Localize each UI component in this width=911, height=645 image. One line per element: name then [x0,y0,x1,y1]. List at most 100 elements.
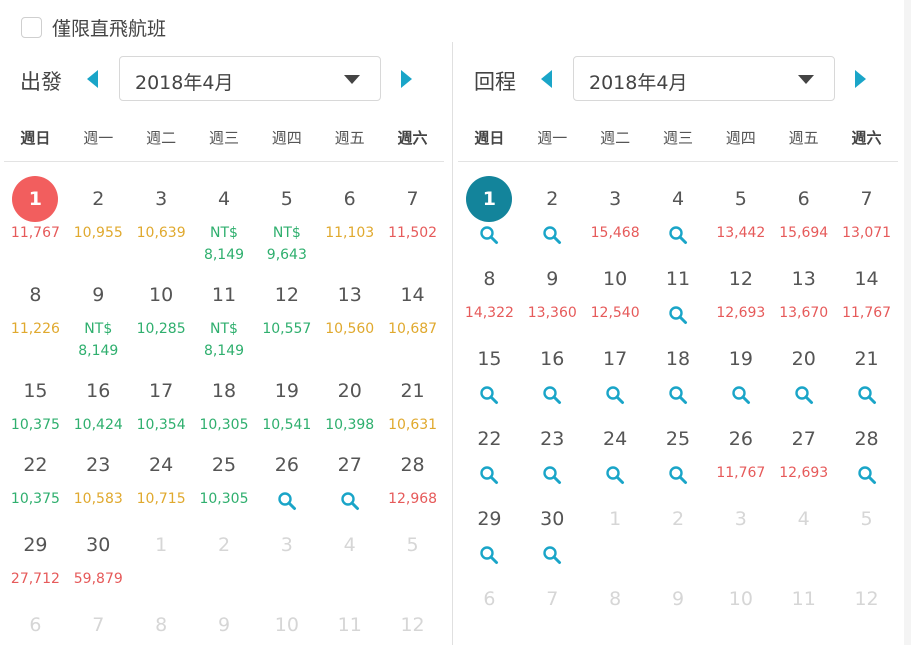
direct-only-filter[interactable]: 僅限直飛航班 [21,14,166,40]
calendar-day[interactable]: 11 NT$ 8,149 [193,272,256,362]
calendar-day[interactable]: 25 [647,416,710,485]
calendar-day[interactable]: 21 10,631 [381,368,444,436]
search-icon[interactable] [479,385,499,405]
calendar-day[interactable]: 2 [521,176,584,245]
calendar-day[interactable]: 7 13,071 [835,176,898,244]
calendar-day[interactable]: 30 [521,496,584,565]
calendar-day[interactable]: 10 10,285 [130,272,193,340]
calendar-day[interactable]: 13 10,560 [318,272,381,340]
calendar-day[interactable]: 17 10,354 [130,368,193,436]
calendar-day[interactable]: 3 10,639 [130,176,193,244]
calendar-day[interactable]: 29 [458,496,521,565]
calendar-day[interactable]: 6 15,694 [772,176,835,244]
calendar-day[interactable]: 11 [647,256,710,325]
return-month-select[interactable]: 2018年4月 [573,56,835,101]
day-number: 6 [343,188,356,210]
calendar-day[interactable]: 4 NT$ 8,149 [193,176,256,266]
calendar-day[interactable]: 22 10,375 [4,442,67,510]
scrollbar-track[interactable] [904,0,911,645]
calendar-day[interactable]: 6 11,103 [318,176,381,244]
calendar-day[interactable]: 7 11,502 [381,176,444,244]
calendar-day[interactable]: 19 10,541 [255,368,318,436]
calendar-day[interactable]: 8 14,322 [458,256,521,324]
search-icon[interactable] [857,465,877,485]
calendar-day[interactable]: 25 10,305 [193,442,256,510]
calendar-day[interactable]: 13 13,670 [772,256,835,324]
calendar-day[interactable]: 1 11,767 [4,176,67,244]
search-icon[interactable] [857,385,877,405]
direct-only-checkbox[interactable] [21,16,42,38]
calendar-day[interactable]: 12 10,557 [255,272,318,340]
selected-day-number: 1 [466,176,513,222]
calendar-day[interactable]: 28 [835,416,898,485]
calendar-day[interactable]: 30 59,879 [67,522,130,590]
search-icon[interactable] [668,465,688,485]
calendar-day[interactable]: 8 11,226 [4,272,67,340]
calendar-day[interactable]: 20 10,398 [318,368,381,436]
search-icon[interactable] [479,225,499,245]
search-icon[interactable] [668,225,688,245]
search-icon[interactable] [479,545,499,565]
calendar-day[interactable]: 15 [458,336,521,405]
search-icon[interactable] [277,491,297,511]
search-icon[interactable] [542,385,562,405]
calendar-day[interactable]: 9 13,360 [521,256,584,324]
search-icon[interactable] [542,465,562,485]
calendar-day[interactable]: 24 10,715 [130,442,193,510]
day-number: 6 [797,188,810,210]
search-icon[interactable] [731,385,751,405]
search-icon[interactable] [605,465,625,485]
day-price: 10,305 [199,491,249,507]
calendar-day[interactable]: 15 10,375 [4,368,67,436]
calendar-day[interactable]: 19 [709,336,772,405]
search-icon[interactable] [794,385,814,405]
day-number: 7 [546,588,559,610]
calendar-day[interactable]: 2 10,955 [67,176,130,244]
calendar-day[interactable]: 5 NT$ 9,643 [255,176,318,266]
search-icon[interactable] [668,305,688,325]
depart-month-select[interactable]: 2018年4月 [119,56,381,101]
calendar-day[interactable]: 29 27,712 [4,522,67,590]
depart-next-month-button[interactable] [399,69,415,89]
calendar-day[interactable]: 3 15,468 [584,176,647,244]
calendar-day[interactable]: 27 [318,442,381,511]
calendar-day[interactable]: 1 [458,176,521,245]
day-number: 23 [86,454,111,476]
calendar-day-outside-month: 5 [835,496,898,542]
search-icon[interactable] [605,385,625,405]
calendar-day[interactable]: 18 [647,336,710,405]
return-next-month-button[interactable] [853,69,869,89]
search-icon[interactable] [340,491,360,511]
day-price: 10,375 [10,491,60,507]
calendar-day[interactable]: 18 10,305 [193,368,256,436]
calendar-day[interactable]: 17 [584,336,647,405]
calendar-day[interactable]: 10 12,540 [584,256,647,324]
calendar-day[interactable]: 23 [521,416,584,485]
return-prev-month-button[interactable] [538,69,554,89]
calendar-day[interactable]: 12 12,693 [709,256,772,324]
calendar-day[interactable]: 16 [521,336,584,405]
calendar-day[interactable]: 28 12,968 [381,442,444,510]
calendar-day[interactable]: 24 [584,416,647,485]
calendar-day[interactable]: 21 [835,336,898,405]
calendar-day[interactable]: 14 11,767 [835,256,898,324]
search-icon[interactable] [542,545,562,565]
calendar-day[interactable]: 16 10,424 [67,368,130,436]
depart-prev-month-button[interactable] [84,69,100,89]
calendar-day[interactable]: 20 [772,336,835,405]
search-icon[interactable] [668,385,688,405]
calendar-day[interactable]: 26 11,767 [709,416,772,484]
calendar-day[interactable]: 9 NT$ 8,149 [67,272,130,362]
calendar-day-outside-month: 4 [318,522,381,568]
search-icon[interactable] [542,225,562,245]
calendar-day[interactable]: 27 12,693 [772,416,835,484]
search-icon[interactable] [479,465,499,485]
calendar-day[interactable]: 23 10,583 [67,442,130,510]
day-number: 3 [280,534,293,556]
calendar-day[interactable]: 14 10,687 [381,272,444,340]
calendar-day[interactable]: 5 13,442 [709,176,772,244]
calendar-day[interactable]: 22 [458,416,521,485]
calendar-day[interactable]: 4 [647,176,710,245]
calendar-day[interactable]: 26 [255,442,318,511]
day-number: 20 [337,380,362,402]
